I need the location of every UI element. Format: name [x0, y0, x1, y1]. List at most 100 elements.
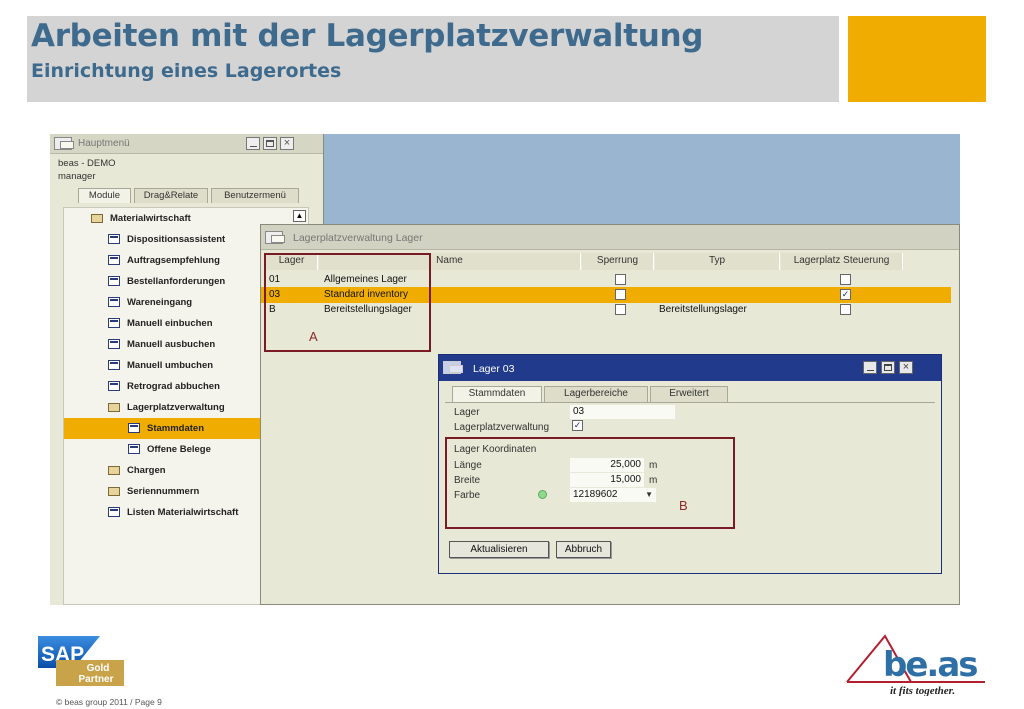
breite-unit: m: [649, 475, 658, 486]
sperrung-checkbox[interactable]: [615, 289, 626, 300]
header-accent-block: [848, 16, 986, 102]
breite-field[interactable]: 15,000: [570, 473, 644, 487]
tree-item-label: Offene Belege: [147, 444, 211, 455]
annotation-label-a: A: [309, 329, 318, 344]
document-icon: [108, 297, 120, 307]
minimize-icon[interactable]: [863, 361, 877, 374]
main-menu-tabs: Module Drag&Relate Benutzermenü: [50, 185, 323, 203]
tree-item-label: Dispositionsassistent: [127, 234, 226, 245]
folder-icon: [108, 487, 120, 496]
maximize-icon[interactable]: [263, 137, 277, 150]
tree-item-label: Stammdaten: [147, 423, 205, 434]
breite-label: Breite: [454, 475, 481, 486]
cancel-button[interactable]: Abbruch: [556, 541, 611, 558]
color-dot-icon: [538, 490, 547, 499]
laenge-label: Länge: [454, 460, 482, 471]
annotation-box-a: [264, 253, 431, 352]
minimize-icon[interactable]: [246, 137, 260, 150]
slide-title: Arbeiten mit der Lagerplatzverwaltung: [31, 18, 704, 54]
lpv-checkbox[interactable]: ✓: [572, 420, 583, 431]
folder-icon: [108, 466, 120, 475]
sap-badge-partner: Partner: [78, 674, 113, 685]
tree-item-label: Wareneingang: [127, 297, 193, 308]
document-icon: [108, 381, 120, 391]
cell-typ: Bereitstellungslager: [659, 304, 747, 315]
col-header-typ[interactable]: Typ: [655, 253, 780, 270]
farbe-label: Farbe: [454, 490, 481, 501]
tree-item-label: Retrograd abbuchen: [127, 381, 220, 392]
lager-field[interactable]: 03: [570, 405, 675, 419]
lpv-titlebar: Lagerplatzverwaltung Lager: [261, 225, 959, 250]
sperrung-checkbox[interactable]: [615, 304, 626, 315]
document-icon: [108, 255, 120, 265]
steuerung-checkbox[interactable]: [840, 304, 851, 315]
company-name: beas - DEMO: [58, 158, 116, 169]
dialog-title: Lager 03: [473, 363, 515, 375]
tab-divider: [445, 402, 935, 403]
lpv-title: Lagerplatzverwaltung Lager: [293, 232, 423, 244]
tree-item-label: Materialwirtschaft: [110, 213, 191, 224]
window-icon: [54, 137, 74, 150]
sperrung-checkbox[interactable]: [615, 274, 626, 285]
tab-benutzermenu[interactable]: Benutzermenü: [211, 188, 299, 203]
document-icon: [128, 444, 140, 454]
annotation-label-b: B: [679, 498, 688, 513]
tree-item-label: Auftragsempfehlung: [127, 255, 220, 266]
close-icon[interactable]: ×: [899, 361, 913, 374]
beas-logo-text: be.as: [883, 645, 977, 685]
document-icon: [128, 423, 140, 433]
tab-erweitert[interactable]: Erweitert: [650, 386, 728, 402]
tree-item-label: Manuell einbuchen: [127, 318, 213, 329]
document-icon: [108, 339, 120, 349]
steuerung-checkbox[interactable]: ✓: [840, 289, 851, 300]
lager-dialog: Lager 03 × Stammdaten Lagerbereiche Erwe…: [438, 354, 942, 574]
tree-item-label: Lagerplatzverwaltung: [127, 402, 225, 413]
main-menu-titlebar: Hauptmenü ×: [50, 134, 323, 154]
tab-module[interactable]: Module: [78, 188, 131, 203]
document-icon: [108, 234, 120, 244]
col-header-steuerung[interactable]: Lagerplatz Steuerung: [781, 253, 903, 270]
tab-drag-relate[interactable]: Drag&Relate: [134, 188, 208, 203]
chevron-down-icon[interactable]: ▼: [645, 488, 653, 502]
document-icon: [108, 276, 120, 286]
user-name: manager: [58, 171, 96, 182]
laenge-field[interactable]: 25,000: [570, 458, 644, 472]
tab-lagerbereiche[interactable]: Lagerbereiche: [544, 386, 648, 402]
col-header-sperrung[interactable]: Sperrung: [582, 253, 654, 270]
folder-open-icon: [108, 403, 120, 412]
tree-item-label: Manuell umbuchen: [127, 360, 214, 371]
farbe-select[interactable]: 12189602 ▼: [570, 488, 656, 502]
update-button[interactable]: Aktualisieren: [449, 541, 549, 558]
beas-tagline: it fits together.: [890, 685, 955, 696]
window-icon: [265, 231, 285, 244]
document-icon: [108, 318, 120, 328]
sap-gold-partner-logo: SAP Gold Partner: [38, 636, 124, 686]
tree-item-label: Listen Materialwirtschaft: [127, 507, 239, 518]
farbe-value: 12189602: [573, 489, 618, 500]
tree-item-label: Bestellanforderungen: [127, 276, 226, 287]
document-icon: [108, 360, 120, 370]
folder-open-icon: [91, 214, 103, 223]
dialog-titlebar: Lager 03 ×: [439, 355, 941, 381]
lpv-label: Lagerplatzverwaltung: [454, 422, 550, 433]
tree-item-label: Seriennummern: [127, 486, 200, 497]
window-icon: [443, 361, 463, 374]
main-menu-title: Hauptmenü: [78, 138, 130, 149]
tree-item-label: Manuell ausbuchen: [127, 339, 216, 350]
maximize-icon[interactable]: [881, 361, 895, 374]
slide-header: Arbeiten mit der Lagerplatzverwaltung Ei…: [27, 16, 839, 102]
tab-stammdaten[interactable]: Stammdaten: [452, 386, 542, 402]
laenge-unit: m: [649, 460, 658, 471]
steuerung-checkbox[interactable]: [840, 274, 851, 285]
coords-heading: Lager Koordinaten: [454, 444, 537, 455]
slide-subtitle: Einrichtung eines Lagerortes: [31, 60, 342, 82]
lager-label: Lager: [454, 407, 480, 418]
main-menu-info: beas - DEMO manager: [50, 154, 323, 183]
tree-item-label: Chargen: [127, 465, 166, 476]
copyright-text: © beas group 2011 / Page 9: [56, 697, 162, 707]
app-screenshot: Hauptmenü × beas - DEMO manager Module D…: [50, 134, 960, 605]
close-icon[interactable]: ×: [280, 137, 294, 150]
beas-logo: be.as it fits together.: [846, 634, 985, 696]
document-icon: [108, 507, 120, 517]
sap-badge-gold: Gold: [87, 663, 110, 674]
